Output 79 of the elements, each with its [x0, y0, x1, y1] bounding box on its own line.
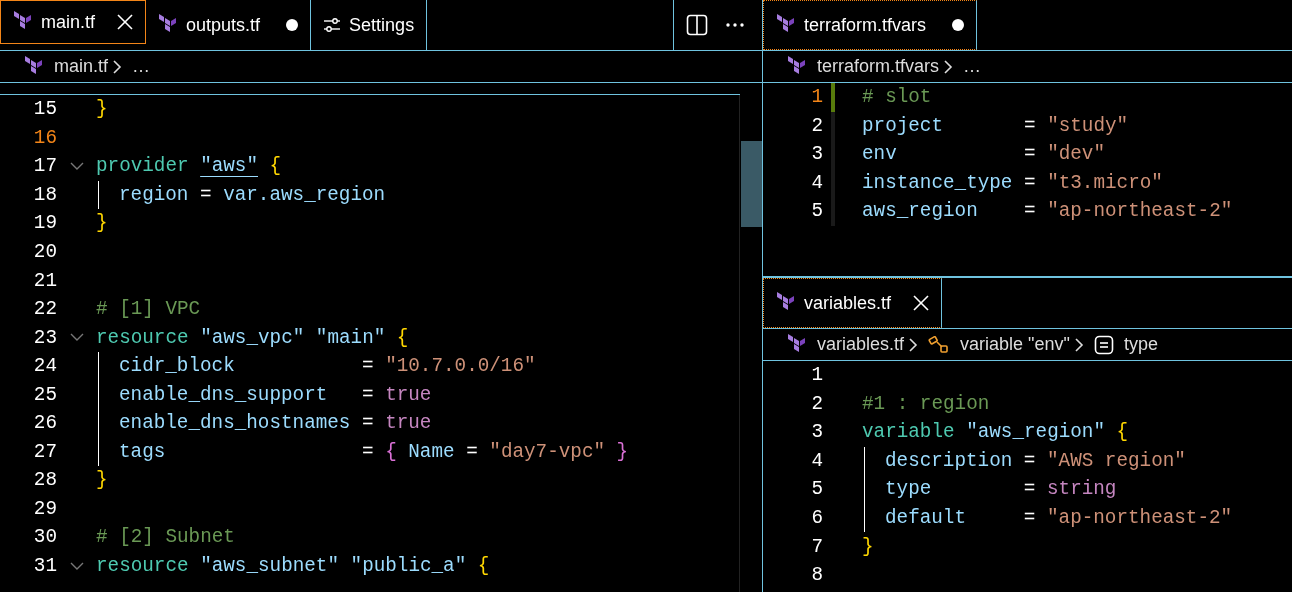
scrollbar-thumb[interactable]	[741, 141, 762, 227]
line-number: 20	[32, 241, 57, 263]
code-line: project = "study"	[862, 114, 1129, 137]
line-number: 22	[32, 298, 57, 321]
chevron-right-icon	[112, 58, 123, 75]
line-number: 6	[810, 507, 823, 529]
breadcrumb-item[interactable]: main.tf	[54, 56, 109, 77]
line-number: 4	[810, 171, 823, 194]
line-number: 24	[32, 355, 57, 378]
line-number: 3	[810, 421, 823, 444]
line-number: 23	[32, 326, 57, 349]
line-number: 21	[32, 269, 57, 292]
line-number: 18	[32, 183, 57, 206]
code-line: instance_type = "t3.micro"	[862, 171, 1163, 194]
chevron-right-icon	[943, 58, 954, 75]
chevron-right-icon	[1073, 336, 1084, 353]
line-number: 30	[32, 526, 57, 549]
editor-tab[interactable]: terraform.tfvars	[763, 0, 978, 50]
code-line: }	[96, 212, 108, 235]
code-line: description = "AWS region"	[885, 449, 1186, 472]
breadcrumb-item[interactable]: type	[1123, 334, 1158, 355]
code-line: variable "aws_region" {	[862, 421, 1129, 444]
line-number: 3	[810, 143, 823, 166]
line-number: 8	[810, 564, 823, 587]
breadcrumb-item[interactable]: terraform.tfvars	[817, 56, 940, 77]
split-editor-icon[interactable]	[686, 14, 708, 36]
code-line: # [1] VPC	[96, 298, 201, 321]
line-number: 2	[810, 114, 823, 137]
line-number: 5	[810, 200, 823, 223]
code-line: cidr_block = "10.7.0.0/16"	[119, 355, 536, 378]
settings-icon	[323, 16, 342, 34]
line-number: 25	[32, 383, 57, 406]
chevron-down-icon[interactable]	[69, 333, 84, 343]
close-icon[interactable]	[913, 295, 930, 311]
code-line: }	[96, 469, 108, 492]
chevron-down-icon[interactable]	[69, 561, 84, 571]
line-number: 5	[810, 478, 823, 501]
line-number: 15	[32, 98, 57, 121]
line-number: 19	[32, 212, 57, 235]
code-line: enable_dns_hostnames = true	[119, 412, 432, 435]
line-number: 16	[32, 126, 57, 149]
line-number: 26	[32, 412, 57, 435]
more-icon[interactable]	[726, 23, 744, 27]
code-line: region = var.aws_region	[119, 183, 386, 206]
line-number: 4	[810, 449, 823, 472]
line-number: 2	[810, 392, 823, 415]
editor-tab[interactable]: main.tf	[0, 0, 147, 44]
breadcrumb-item[interactable]: …	[132, 56, 151, 77]
code-line: # slot	[862, 86, 932, 109]
code-line: resource "aws_vpc" "main" {	[96, 326, 409, 349]
editor-tab[interactable]: variables.tf	[763, 278, 943, 328]
line-number: 17	[32, 155, 57, 178]
code-line: }	[862, 535, 874, 558]
line-number: 1	[810, 364, 823, 387]
line-number: 31	[32, 555, 57, 577]
breadcrumb-item[interactable]: variable "env"	[960, 334, 1070, 355]
line-number: 27	[32, 440, 57, 463]
breadcrumb-item[interactable]: …	[963, 56, 982, 77]
chevron-right-icon	[908, 336, 919, 353]
code-line: provider "aws" {	[96, 155, 282, 178]
code-line: # [2] Subnet	[96, 526, 235, 549]
breadcrumb-item[interactable]: variables.tf	[817, 334, 905, 355]
code-line: enable_dns_support = true	[119, 383, 432, 406]
code-line: type = string	[885, 478, 1117, 501]
variable-icon	[928, 335, 951, 354]
line-number: 28	[32, 469, 57, 492]
line-number: 7	[810, 535, 823, 558]
field-icon	[1093, 334, 1114, 355]
code-line: aws_region = "ap-northeast-2"	[862, 200, 1233, 223]
code-line: tags = { Name = "day7-vpc" }	[119, 440, 629, 463]
code-line: resource "aws_subnet" "public_a" {	[96, 555, 490, 577]
code-line: default = "ap-northeast-2"	[885, 507, 1233, 529]
code-line: #1 : region	[862, 392, 990, 415]
line-number: 29	[32, 497, 57, 520]
line-number: 1	[810, 86, 823, 109]
code-line: }	[96, 98, 108, 121]
close-icon[interactable]	[117, 14, 134, 30]
chevron-down-icon[interactable]	[69, 161, 84, 171]
code-line: env = "dev"	[862, 143, 1105, 166]
